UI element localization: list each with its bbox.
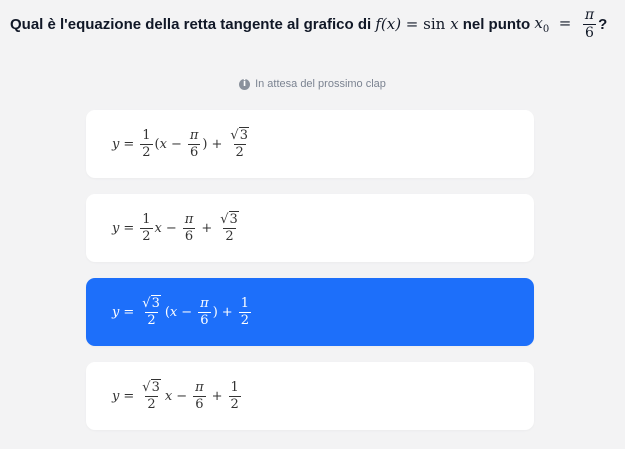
- option-4-formula: y = √3 2 x − π6 + 12: [112, 378, 241, 412]
- status-message: i In attesa del prossimo clap: [0, 78, 625, 90]
- answer-option-3[interactable]: y = √3 2 (x − π6 ) + 12: [86, 278, 534, 346]
- answer-options: y = 12 (x − π6 ) + √3 2 y = 12 x − π6 + √3 2 y =…: [86, 110, 534, 446]
- info-icon: i: [239, 78, 251, 90]
- option-1-formula: y = 12 (x − π6 ) + √3 2: [112, 126, 249, 160]
- answer-option-1[interactable]: y = 12 (x − π6 ) + √3 2: [86, 110, 534, 178]
- question-title: Qual è l'equazione della retta tangente …: [10, 3, 615, 45]
- question-point: x0 = π6: [534, 6, 596, 41]
- status-text: In attesa del prossimo clap: [255, 78, 386, 90]
- option-3-formula: y = √3 2 (x − π6 ) + 12: [112, 294, 251, 328]
- question-mark: ?: [598, 15, 608, 33]
- option-2-formula: y = 12 x − π6 + √3 2: [112, 210, 239, 244]
- answer-option-2[interactable]: y = 12 x − π6 + √3 2: [86, 194, 534, 262]
- question-text: Qual è l'equazione della retta tangente …: [10, 15, 372, 33]
- answer-option-4[interactable]: y = √3 2 x − π6 + 12: [86, 362, 534, 430]
- question-point-text: nel punto: [462, 15, 531, 33]
- question-function: f(x) = sin x: [375, 15, 459, 33]
